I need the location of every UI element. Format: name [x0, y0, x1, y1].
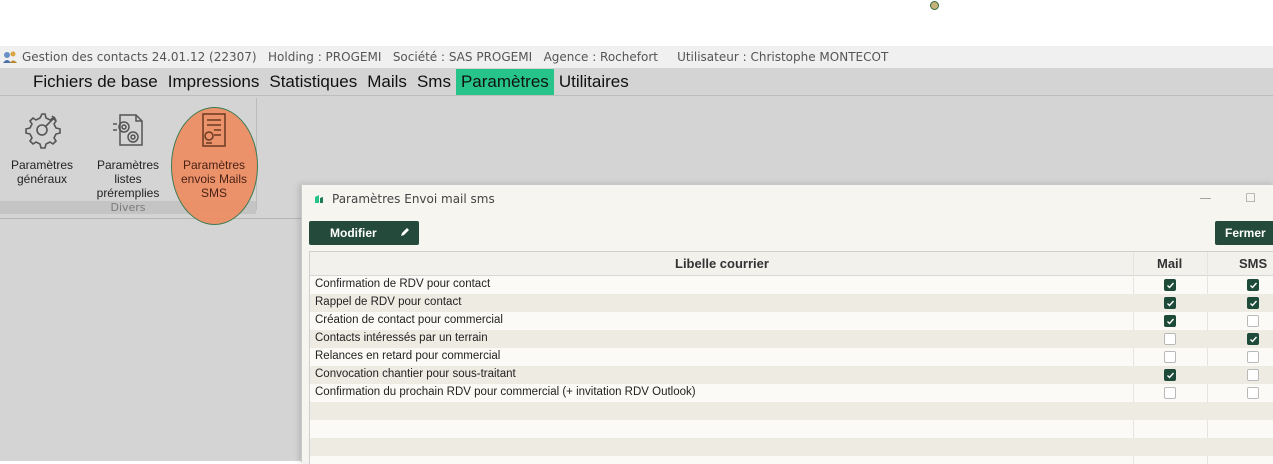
pencil-icon — [401, 228, 409, 236]
status-dot-icon — [930, 1, 939, 10]
menu-utilitaires[interactable]: Utilitaires — [554, 69, 634, 95]
mail-checkbox[interactable] — [1164, 369, 1176, 381]
mail-checkbox[interactable] — [1164, 315, 1176, 327]
table-row[interactable] — [310, 456, 1273, 464]
sms-checkbox[interactable] — [1247, 297, 1259, 309]
dialog-title: Paramètres Envoi mail sms — [332, 192, 495, 206]
table-row[interactable] — [310, 438, 1273, 456]
mail-checkbox[interactable] — [1164, 297, 1176, 309]
mail-checkbox[interactable] — [1164, 333, 1176, 345]
row-libelle: Relances en retard pour commercial — [315, 350, 501, 362]
title-societe: Société : SAS PROGEMI — [392, 50, 533, 64]
dialog-title-bar: Paramètres Envoi mail sms — ☐ — [302, 185, 1273, 213]
fermer-label: Fermer — [1225, 226, 1266, 240]
row-libelle: Rappel de RDV pour contact — [315, 296, 462, 308]
table-row[interactable]: Création de contact pour commercial — [310, 312, 1273, 330]
gear-wrench-icon — [25, 113, 61, 149]
parametres-generaux-button[interactable]: Paramètres généraux — [2, 110, 82, 186]
menu-impressions[interactable]: Impressions — [163, 69, 265, 95]
dialog-logo-icon — [315, 195, 323, 203]
row-libelle: Contacts intéressés par un terrain — [315, 332, 488, 344]
parametres-listes-preremplies-label: Paramètres listes préremplies — [96, 158, 160, 200]
row-libelle: Confirmation de RDV pour contact — [315, 278, 491, 290]
row-libelle: Convocation chantier pour sous-traitant — [315, 368, 516, 380]
table-row[interactable] — [310, 420, 1273, 438]
parametres-envois-mails-sms-label: Paramètres envois Mails SMS — [180, 158, 248, 200]
table-row[interactable]: Confirmation de RDV pour contact — [310, 276, 1273, 294]
menu-sms[interactable]: Sms — [412, 69, 456, 95]
col-mail-header[interactable]: Mail — [1157, 256, 1182, 271]
table-row[interactable]: Relances en retard pour commercial — [310, 348, 1273, 366]
col-sms-header[interactable]: SMS — [1239, 256, 1267, 271]
col-libelle-header[interactable]: Libelle courrier — [675, 256, 769, 271]
table-row[interactable] — [310, 402, 1273, 420]
sms-checkbox[interactable] — [1247, 351, 1259, 363]
table-row[interactable]: Rappel de RDV pour contact — [310, 294, 1273, 312]
menu-statistiques[interactable]: Statistiques — [264, 69, 362, 95]
table-row[interactable]: Confirmation du prochain RDV pour commer… — [310, 384, 1273, 402]
sms-checkbox[interactable] — [1247, 279, 1259, 291]
gears-document-icon — [113, 114, 143, 146]
menu-fichiers-de-base[interactable]: Fichiers de base — [28, 69, 163, 95]
minimize-icon[interactable]: — — [1199, 191, 1211, 205]
parametres-generaux-label: Paramètres généraux — [10, 158, 74, 186]
main-menu-bar: Fichiers de base Impressions Statistique… — [0, 68, 1273, 96]
parametres-listes-preremplies-button[interactable]: Paramètres listes préremplies — [88, 110, 168, 200]
app-title-bar: Gestion des contacts 24.01.12 (22307) Ho… — [0, 46, 1273, 68]
sms-checkbox[interactable] — [1247, 315, 1259, 327]
menu-mails[interactable]: Mails — [362, 69, 412, 95]
row-libelle: Création de contact pour commercial — [315, 314, 503, 326]
maximize-icon[interactable]: ☐ — [1245, 191, 1256, 205]
mail-checkbox[interactable] — [1164, 387, 1176, 399]
sms-checkbox[interactable] — [1247, 387, 1259, 399]
table-header: Libelle courrier Mail SMS — [310, 252, 1273, 276]
parametres-envoi-mail-sms-dialog: Paramètres Envoi mail sms — ☐ Modifier F… — [301, 184, 1273, 464]
title-agence: Agence : Rochefort — [543, 50, 658, 64]
desktop-top-area — [0, 0, 1273, 46]
mail-checkbox[interactable] — [1164, 351, 1176, 363]
table-row[interactable]: Contacts intéressés par un terrain — [310, 330, 1273, 348]
sms-checkbox[interactable] — [1247, 369, 1259, 381]
mail-settings-document-icon — [202, 113, 226, 147]
table-row[interactable]: Convocation chantier pour sous-traitant — [310, 366, 1273, 384]
menu-parametres[interactable]: Paramètres — [455, 68, 554, 95]
fermer-button[interactable]: Fermer — [1215, 221, 1273, 245]
title-utilisateur: Utilisateur : Christophe MONTECOT — [677, 50, 889, 64]
courrier-table: Libelle courrier Mail SMS Confirmation d… — [309, 251, 1273, 464]
sms-checkbox[interactable] — [1247, 333, 1259, 345]
parametres-envois-mails-sms-button[interactable]: Paramètres envois Mails SMS — [174, 110, 254, 200]
modifier-button[interactable]: Modifier — [309, 221, 419, 245]
row-libelle: Confirmation du prochain RDV pour commer… — [315, 386, 696, 398]
title-app: Gestion des contacts 24.01.12 (22307) — [22, 50, 257, 64]
mail-checkbox[interactable] — [1164, 279, 1176, 291]
app-logo-icon — [3, 51, 17, 63]
modifier-label: Modifier — [330, 226, 377, 240]
title-holding: Holding : PROGEMI — [268, 50, 382, 64]
